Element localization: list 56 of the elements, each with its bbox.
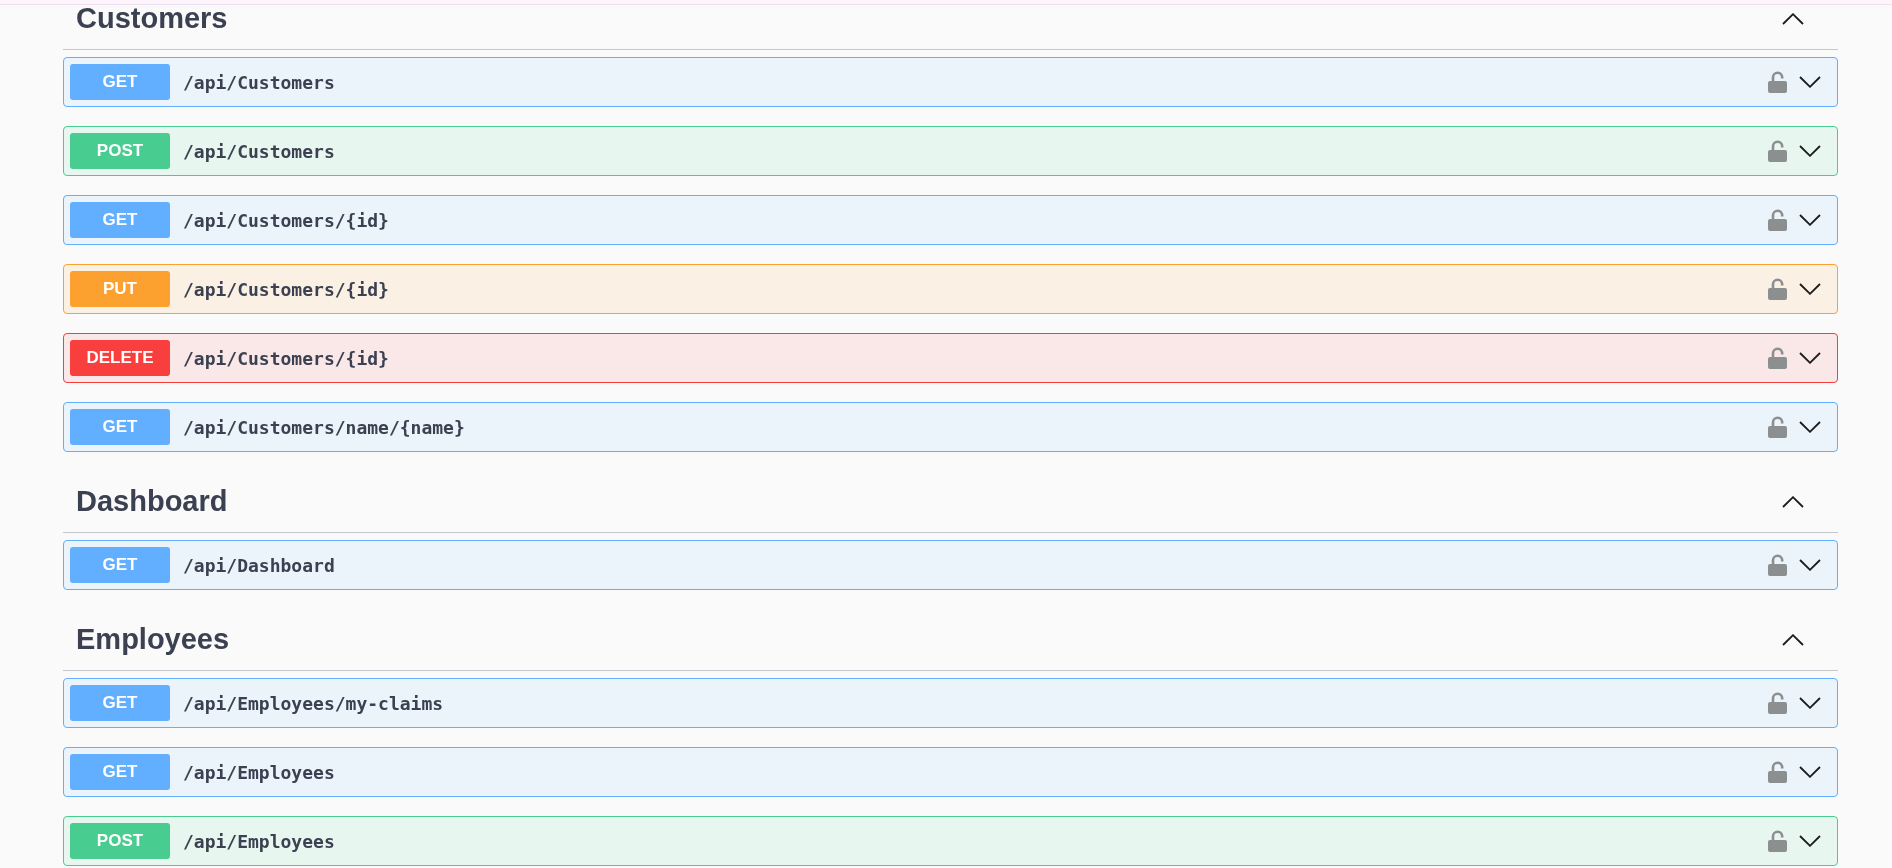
endpoint-path: /api/Employees/my-claims	[183, 691, 444, 716]
endpoint-path: /api/Employees	[183, 829, 335, 854]
chevron-down-icon[interactable]	[1799, 76, 1821, 88]
chevron-down-icon[interactable]	[1799, 835, 1821, 847]
chevron-down-icon[interactable]	[1799, 145, 1821, 157]
method-badge: GET	[70, 754, 170, 790]
method-badge: POST	[70, 823, 170, 859]
padlock-icon[interactable]	[1768, 761, 1787, 783]
padlock-icon[interactable]	[1768, 830, 1787, 852]
padlock-icon[interactable]	[1768, 140, 1787, 162]
endpoint-row[interactable]: PUT /api/Customers/{id}	[63, 264, 1838, 314]
chevron-up-icon[interactable]	[1782, 12, 1804, 25]
endpoint-row[interactable]: POST /api/Employees	[63, 816, 1838, 866]
endpoint-row[interactable]: GET /api/Customers	[63, 57, 1838, 107]
method-badge: GET	[70, 685, 170, 721]
method-badge: DELETE	[70, 340, 170, 376]
padlock-icon[interactable]	[1768, 71, 1787, 93]
chevron-down-icon[interactable]	[1799, 421, 1821, 433]
chevron-down-icon[interactable]	[1799, 697, 1821, 709]
endpoint-path: /api/Dashboard	[183, 553, 335, 578]
padlock-icon[interactable]	[1768, 554, 1787, 576]
method-badge: PUT	[70, 271, 170, 307]
endpoint-path: /api/Customers	[183, 139, 335, 164]
section-title[interactable]: Employees	[76, 625, 230, 654]
endpoint-path: /api/Employees	[183, 760, 335, 785]
padlock-icon[interactable]	[1768, 278, 1787, 300]
endpoint-row[interactable]: GET /api/Customers/{id}	[63, 195, 1838, 245]
method-badge: GET	[70, 409, 170, 445]
method-badge: GET	[70, 64, 170, 100]
chevron-down-icon[interactable]	[1799, 559, 1821, 571]
endpoint-row[interactable]: DELETE /api/Customers/{id}	[63, 333, 1838, 383]
endpoint-row[interactable]: GET /api/Dashboard	[63, 540, 1838, 590]
method-badge: GET	[70, 202, 170, 238]
chevron-up-icon[interactable]	[1782, 633, 1804, 646]
padlock-icon[interactable]	[1768, 209, 1787, 231]
method-badge: POST	[70, 133, 170, 169]
endpoint-row[interactable]: GET /api/Customers/name/{name}	[63, 402, 1838, 452]
endpoint-row[interactable]: GET /api/Employees	[63, 747, 1838, 797]
section-title[interactable]: Dashboard	[76, 487, 228, 516]
method-badge: GET	[70, 547, 170, 583]
endpoint-path: /api/Customers	[183, 70, 335, 95]
endpoint-path: /api/Customers/{id}	[183, 277, 389, 302]
padlock-icon[interactable]	[1768, 692, 1787, 714]
chevron-down-icon[interactable]	[1799, 283, 1821, 295]
chevron-down-icon[interactable]	[1799, 766, 1821, 778]
endpoint-path: /api/Customers/{id}	[183, 346, 389, 371]
padlock-icon[interactable]	[1768, 347, 1787, 369]
endpoint-row[interactable]: GET /api/Employees/my-claims	[63, 678, 1838, 728]
section-title[interactable]: Customers	[76, 4, 228, 33]
endpoint-path: /api/Customers/name/{name}	[183, 415, 465, 440]
padlock-icon[interactable]	[1768, 416, 1787, 438]
chevron-up-icon[interactable]	[1782, 495, 1804, 508]
chevron-down-icon[interactable]	[1799, 214, 1821, 226]
endpoint-row[interactable]: POST /api/Customers	[63, 126, 1838, 176]
endpoint-path: /api/Customers/{id}	[183, 208, 389, 233]
chevron-down-icon[interactable]	[1799, 352, 1821, 364]
